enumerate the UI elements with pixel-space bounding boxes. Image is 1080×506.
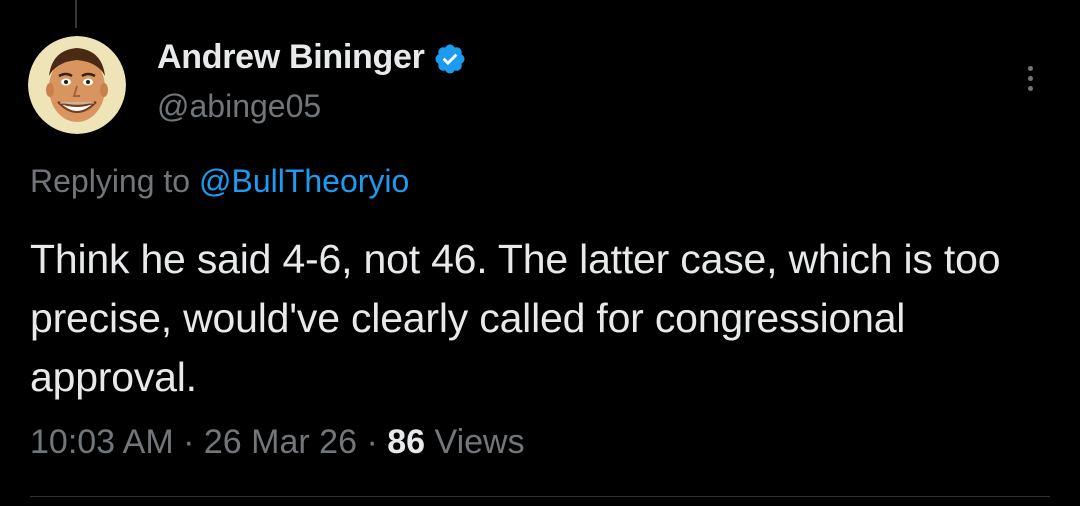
views-count: 86 (387, 423, 426, 461)
more-dot-icon (1027, 85, 1033, 91)
views-label: Views (434, 423, 525, 461)
replying-to-label: Replying to (30, 163, 191, 199)
verified-badge-icon (433, 42, 467, 76)
divider (30, 496, 1050, 497)
tweet-time[interactable]: 10:03 AM (30, 423, 174, 461)
tweet-date[interactable]: 26 Mar 26 (204, 423, 357, 461)
more-dot-icon (1027, 65, 1033, 71)
author-handle[interactable]: @abinge05 (157, 88, 321, 125)
meta-separator: · (366, 423, 378, 461)
reply-mention-link[interactable]: @BullTheoryio (199, 163, 409, 199)
more-dot-icon (1027, 75, 1033, 81)
author-display-name[interactable]: Andrew Bininger (157, 38, 425, 77)
avatar-image (28, 36, 126, 134)
avatar[interactable] (28, 36, 126, 134)
replying-to-line: Replying to @BullTheoryio (30, 163, 409, 200)
tweet-meta: 10:03 AM · 26 Mar 26 · 86 Views (30, 423, 525, 462)
meta-separator: · (183, 423, 195, 461)
author-name-row: Andrew Bininger (157, 38, 467, 77)
tweet-text: Think he said 4-6, not 46. The latter ca… (30, 236, 1001, 400)
more-options-icon[interactable] (1016, 58, 1044, 98)
thread-connector-line (75, 0, 77, 28)
